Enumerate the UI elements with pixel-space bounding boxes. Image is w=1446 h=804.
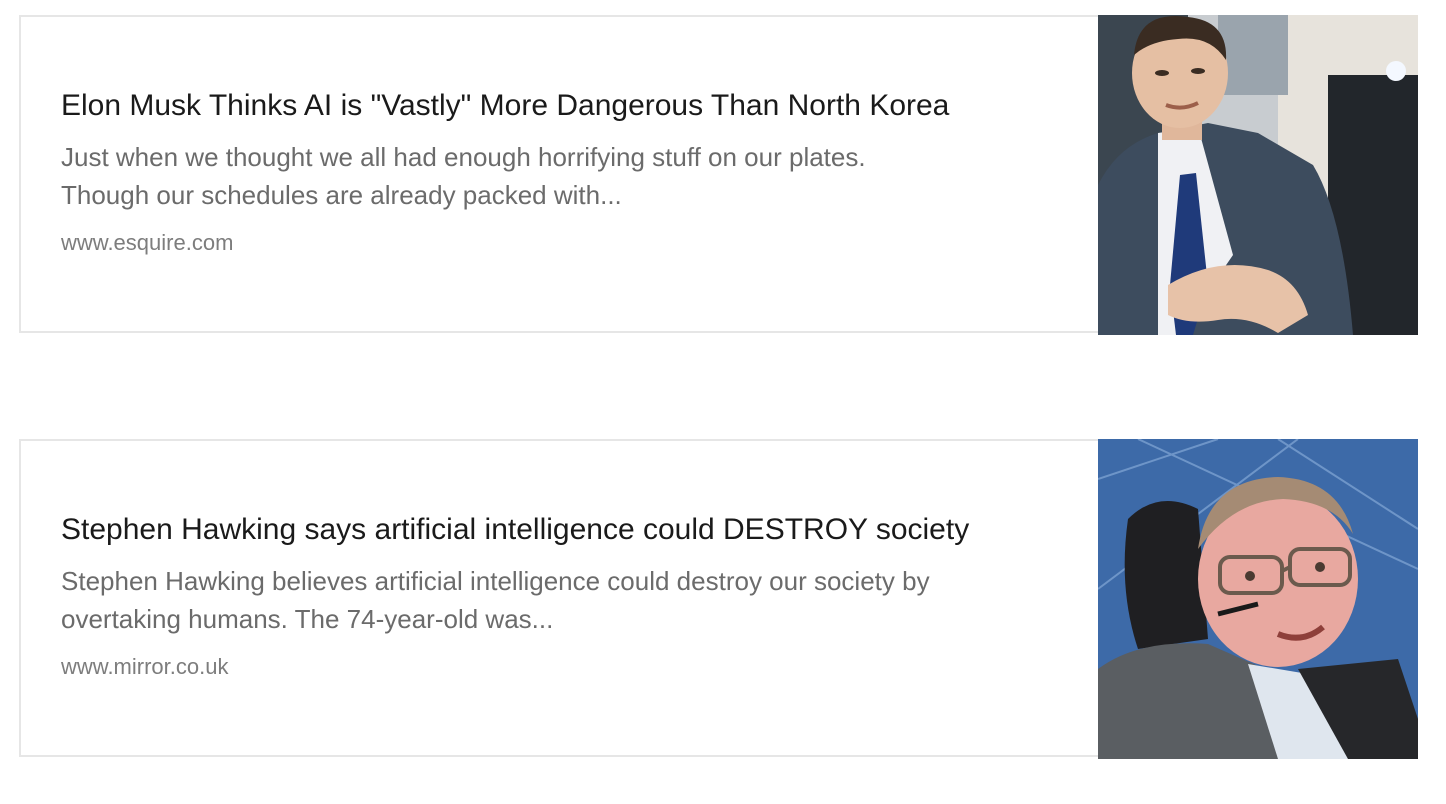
article-thumbnail[interactable] — [1098, 439, 1418, 759]
snippet-line: Just when we thought we all had enough h… — [61, 142, 866, 172]
news-card[interactable]: Elon Musk Thinks AI is "Vastly" More Dan… — [19, 15, 1418, 335]
snippet-line: Stephen Hawking believes artificial inte… — [61, 566, 930, 596]
snippet-line: overtaking humans. The 74-year-old was..… — [61, 604, 554, 634]
card-text: Stephen Hawking says artificial intellig… — [61, 511, 1081, 682]
news-card[interactable]: Stephen Hawking says artificial intellig… — [19, 439, 1418, 759]
photo-man-in-suit-icon — [1098, 15, 1418, 335]
article-source: www.esquire.com — [61, 230, 234, 255]
article-snippet: Stephen Hawking believes artificial inte… — [61, 562, 1081, 638]
snippet-line: Though our schedules are already packed … — [61, 180, 622, 210]
article-source: www.mirror.co.uk — [61, 654, 229, 679]
article-thumbnail[interactable] — [1098, 15, 1418, 335]
article-title[interactable]: Elon Musk Thinks AI is "Vastly" More Dan… — [61, 87, 1081, 125]
photo-man-with-glasses-icon — [1098, 439, 1418, 759]
article-title[interactable]: Stephen Hawking says artificial intellig… — [61, 511, 1081, 549]
article-snippet: Just when we thought we all had enough h… — [61, 138, 1081, 214]
card-text: Elon Musk Thinks AI is "Vastly" More Dan… — [61, 87, 1081, 258]
